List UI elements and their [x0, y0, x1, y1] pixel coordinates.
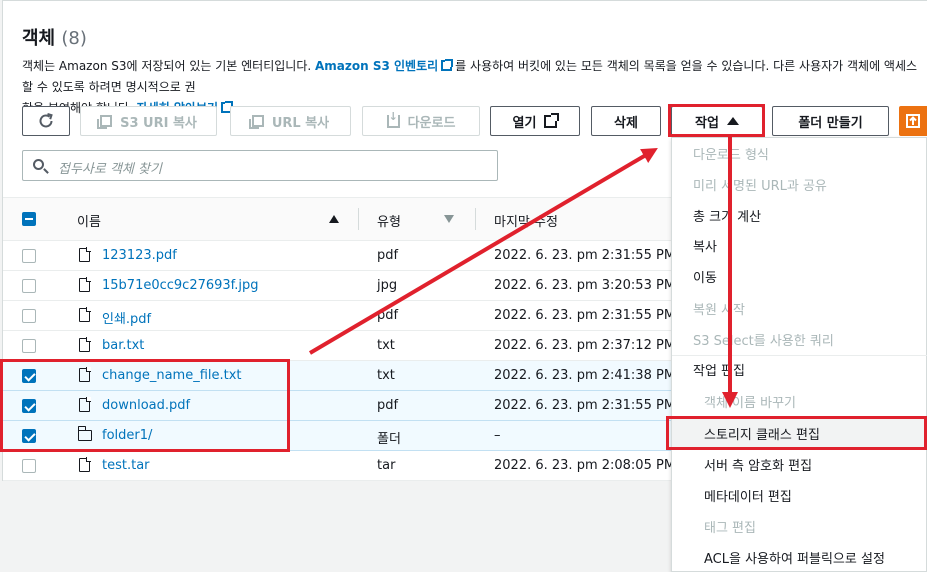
object-name-link[interactable]: test.tar — [102, 458, 150, 473]
object-modified: 2022. 6. 23. pm 2:31:55 PM — [494, 248, 676, 263]
select-all-checkbox[interactable] — [22, 212, 36, 226]
object-name-link[interactable]: 인쇄.pdf — [102, 308, 151, 327]
menu-item-edit-encryption[interactable]: 서버 측 암호화 편집 — [704, 455, 812, 474]
row-checkbox[interactable] — [22, 279, 36, 293]
menu-item-make-public-acl[interactable]: ACL을 사용하여 퍼블릭으로 설정 — [704, 548, 885, 567]
delete-button[interactable]: 삭제 — [591, 106, 661, 136]
header-modified[interactable]: 마지막 수정 — [494, 211, 558, 230]
object-type: jpg — [377, 278, 398, 293]
download-label: 다운로드 — [407, 115, 456, 131]
column-divider — [475, 208, 476, 230]
header-name[interactable]: 이름 — [77, 211, 101, 230]
menu-item-rename-object[interactable]: 객체 이름 바꾸기 — [704, 392, 796, 411]
download-button[interactable]: 다운로드 — [362, 106, 480, 136]
actions-dropdown-menu: 다운로드 형식 미리 서명된 URL과 공유 총 크기 계산 복사 이동 복원 … — [671, 137, 927, 572]
row-checkbox[interactable] — [22, 309, 36, 323]
upload-icon — [906, 114, 920, 128]
object-count: (8) — [61, 28, 87, 49]
delete-label: 삭제 — [614, 115, 638, 131]
object-modified: 2022. 6. 23. pm 2:31:55 PM — [494, 398, 676, 413]
copy-url-button[interactable]: URL 복사 — [230, 106, 351, 136]
copy-s3-uri-button[interactable]: S3 URI 복사 — [80, 106, 217, 136]
object-modified: 2022. 6. 23. pm 2:31:55 PM — [494, 308, 676, 323]
sort-ascending-icon[interactable] — [329, 215, 339, 223]
object-name-link[interactable]: 15b71e0cc9c27693f.jpg — [102, 278, 259, 293]
file-icon — [79, 457, 91, 472]
menu-item-edit-metadata[interactable]: 메타데이터 편집 — [704, 486, 792, 505]
copy-s3-uri-label: S3 URI 복사 — [120, 115, 197, 131]
header-type[interactable]: 유형 — [377, 211, 401, 230]
object-type: 폴더 — [377, 432, 401, 447]
object-type: txt — [377, 368, 395, 383]
annotation-box-selected-rows — [0, 359, 290, 452]
menu-item-share-presigned-url[interactable]: 미리 서명된 URL과 공유 — [693, 175, 827, 194]
column-divider — [358, 208, 359, 230]
annotation-box-actions — [668, 104, 765, 137]
sort-descending-icon[interactable] — [444, 215, 454, 223]
object-name-link[interactable]: 123123.pdf — [102, 248, 177, 263]
object-modified: 2022. 6. 23. pm 3:20:53 PM — [494, 278, 676, 293]
menu-item-copy[interactable]: 복사 — [693, 236, 717, 255]
external-link-icon — [441, 59, 454, 71]
object-modified: 2022. 6. 23. pm 2:41:38 PM — [494, 368, 676, 383]
page-title: 객체 (8) — [22, 24, 87, 50]
file-icon — [79, 247, 91, 262]
object-modified: – — [494, 428, 501, 443]
refresh-icon — [39, 113, 53, 128]
row-checkbox[interactable] — [22, 339, 36, 353]
menu-divider — [672, 355, 927, 356]
open-label: 열기 — [512, 115, 537, 131]
row-checkbox[interactable] — [22, 459, 36, 473]
file-icon — [79, 307, 91, 322]
download-icon — [386, 110, 400, 128]
create-folder-label: 폴더 만들기 — [798, 115, 863, 131]
menu-item-initiate-restore[interactable]: 복원 시작 — [693, 299, 745, 318]
search-icon — [33, 159, 44, 170]
file-icon — [79, 277, 91, 292]
object-type: tar — [377, 458, 396, 473]
menu-item-edit-tags[interactable]: 태그 편집 — [704, 517, 756, 536]
title-text: 객체 — [22, 28, 56, 49]
object-type: pdf — [377, 308, 399, 323]
open-button[interactable]: 열기 — [490, 106, 580, 136]
copy-url-label: URL 복사 — [271, 115, 330, 131]
search-placeholder: 접두사로 객체 찾기 — [58, 162, 162, 177]
object-name-link[interactable]: bar.txt — [102, 338, 144, 353]
file-icon — [79, 337, 91, 352]
object-modified: 2022. 6. 23. pm 2:08:05 PM — [494, 458, 676, 473]
external-link-icon — [544, 112, 560, 128]
menu-item-s3-select-query[interactable]: S3 Select를 사용한 쿼리 — [693, 330, 834, 349]
description-text-1: 객체는 Amazon S3에 저장되어 있는 기본 엔터티입니다. — [22, 59, 315, 73]
create-folder-button[interactable]: 폴더 만들기 — [772, 106, 889, 136]
object-type: pdf — [377, 248, 399, 263]
object-type: txt — [377, 338, 395, 353]
menu-item-move[interactable]: 이동 — [693, 267, 717, 286]
upload-button[interactable] — [899, 106, 927, 136]
refresh-button[interactable] — [22, 106, 70, 136]
copy-icon — [97, 115, 113, 129]
menu-section-edit-actions: 작업 편집 — [693, 364, 745, 379]
copy-icon — [248, 115, 264, 129]
menu-item-calculate-size[interactable]: 총 크기 계산 — [693, 206, 761, 225]
annotation-box-storage-class — [666, 416, 927, 450]
object-modified: 2022. 6. 23. pm 2:37:12 PM — [494, 338, 676, 353]
row-checkbox[interactable] — [22, 249, 36, 263]
search-input[interactable]: 접두사로 객체 찾기 — [22, 150, 498, 181]
inventory-link[interactable]: Amazon S3 인벤토리 — [315, 59, 438, 73]
menu-item-download-as[interactable]: 다운로드 형식 — [693, 144, 769, 163]
object-type: pdf — [377, 398, 399, 413]
